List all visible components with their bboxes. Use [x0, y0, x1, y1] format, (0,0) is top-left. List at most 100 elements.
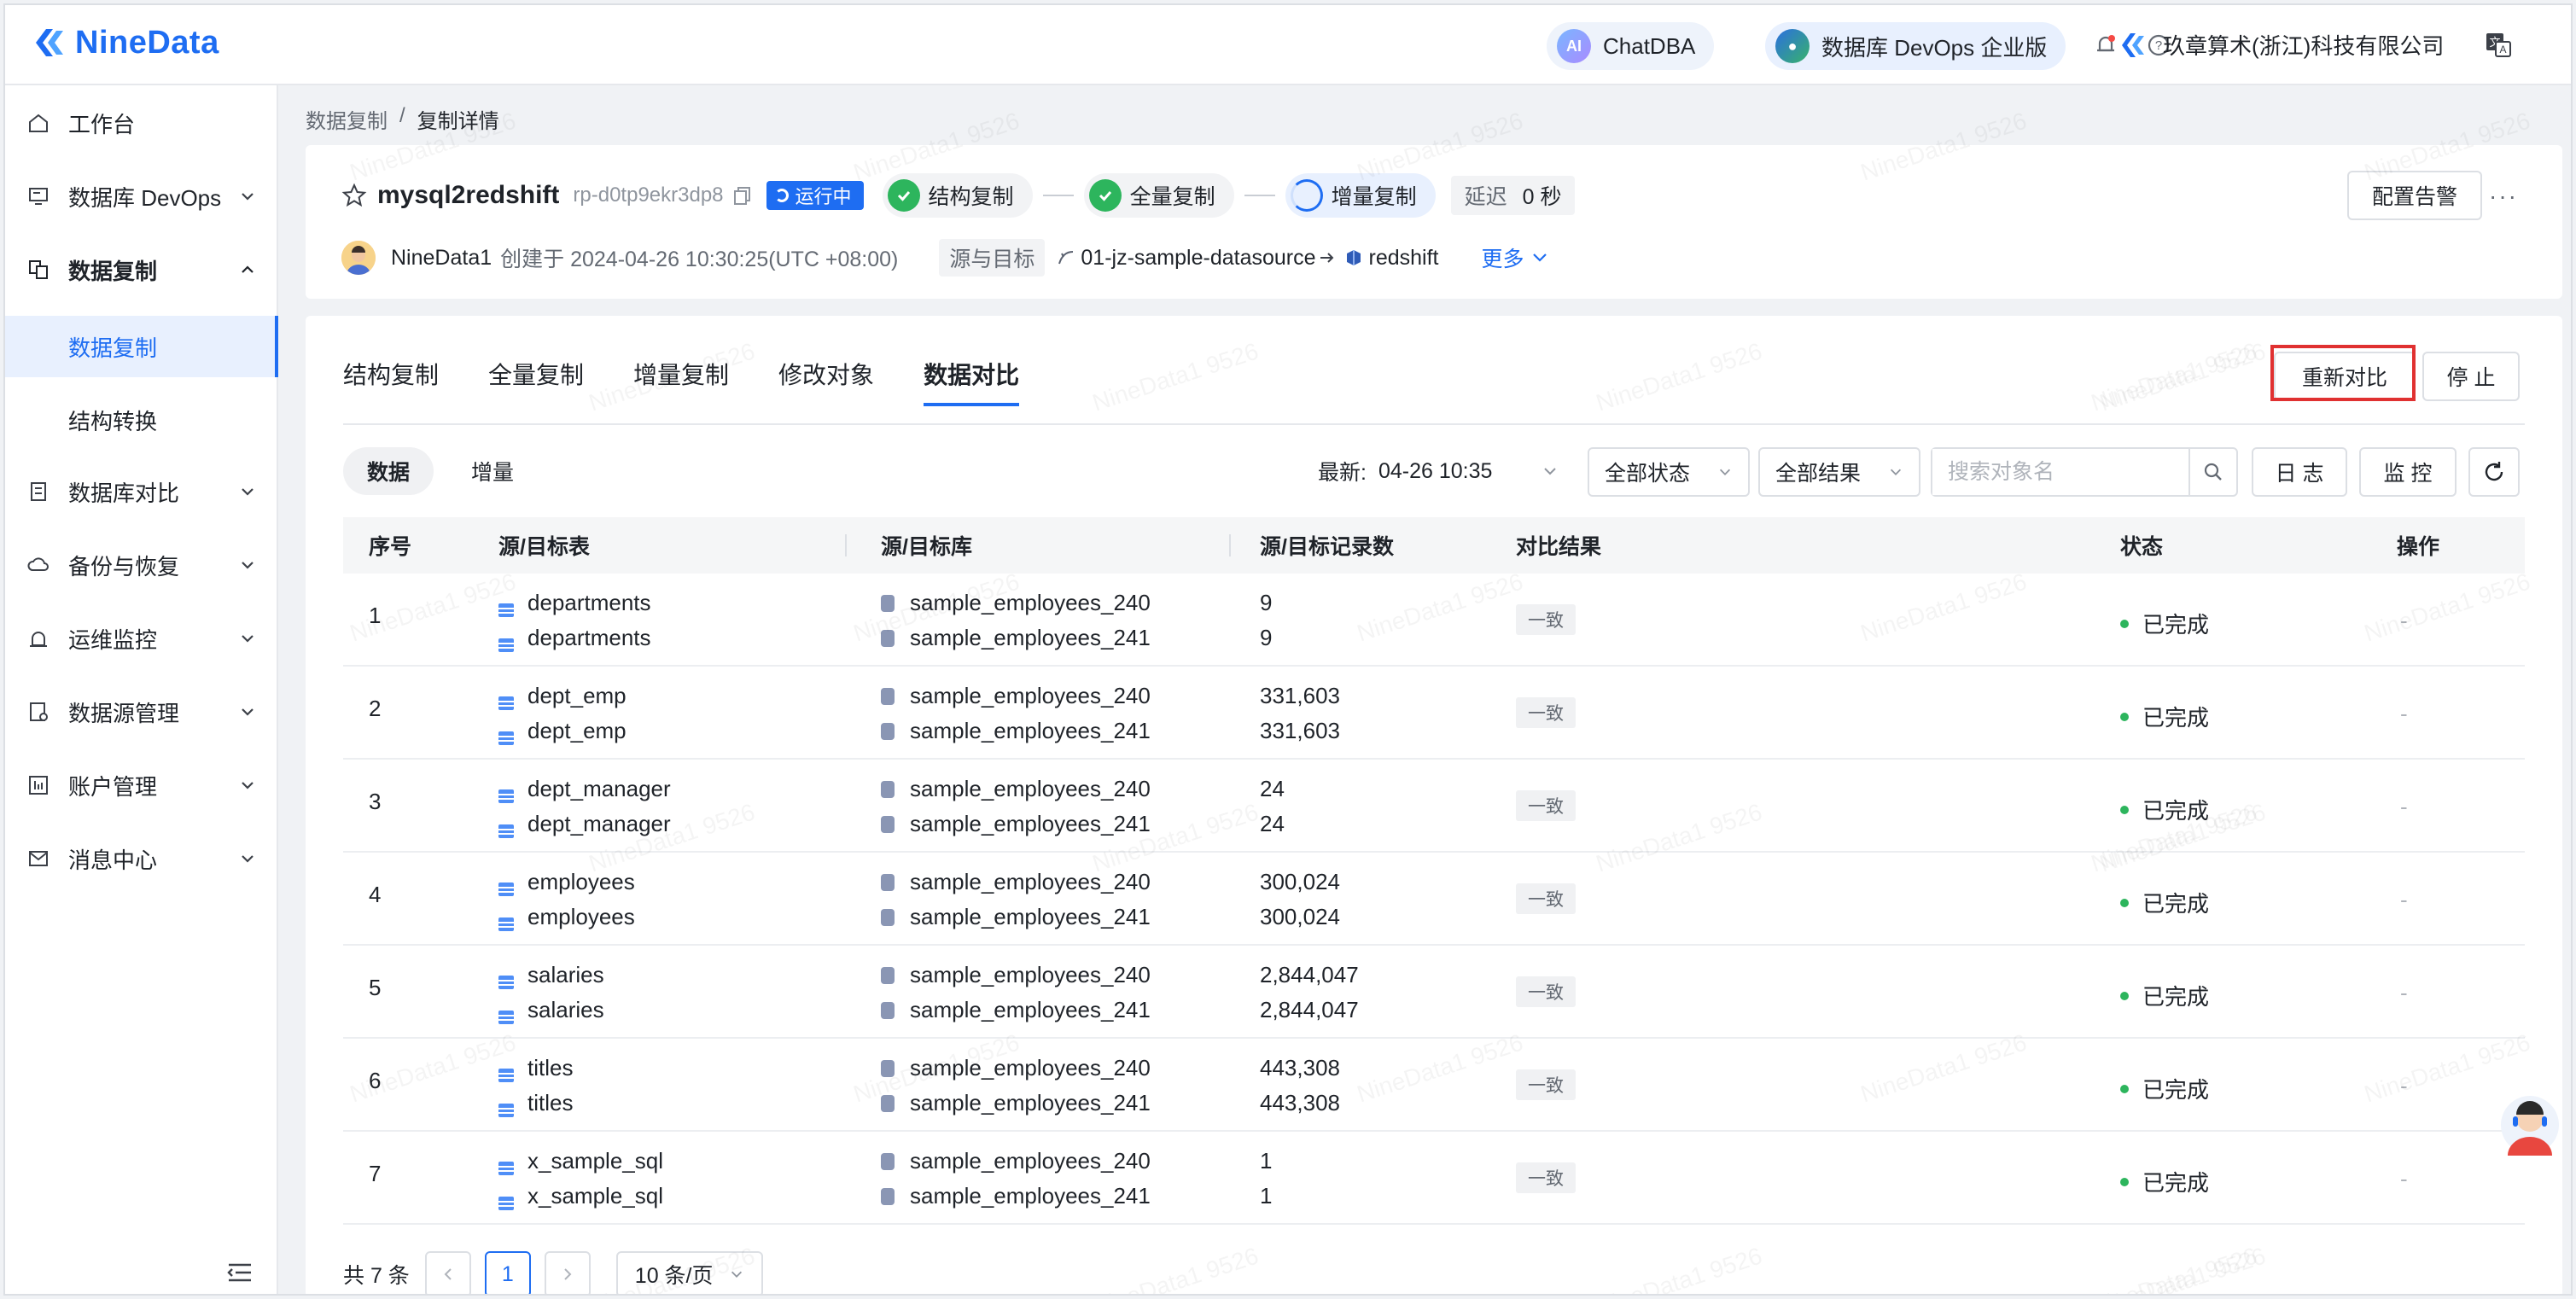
operation-cell: - [2400, 980, 2408, 1006]
sidebar-item-messages[interactable]: 消息中心 [5, 833, 278, 884]
row-number: 4 [369, 882, 382, 907]
segment-data[interactable]: 数据 [343, 447, 434, 495]
table-icon [498, 911, 514, 931]
column-header: 对比结果 [1516, 535, 1602, 559]
table-name-cell: x_sample_sql x_sample_sql [498, 1144, 663, 1214]
sidebar-item-replication[interactable]: 数据复制 [5, 244, 278, 295]
collapse-sidebar-icon[interactable] [225, 1258, 254, 1287]
source-record-count: 331,603 [1260, 683, 1340, 708]
sidebar-item-db-compare[interactable]: 数据库对比 [5, 466, 278, 517]
sidebar-item-devops[interactable]: 数据库 DevOps [5, 171, 278, 222]
chevron-down-icon [242, 488, 254, 496]
app-frame: NineData AI ChatDBA ● 数据库 DevOps 企业版 ? 玖… [3, 3, 2573, 1296]
database-cell: sample_employees_240 sample_employees_241 [881, 1051, 1151, 1121]
company-switcher[interactable]: 玖章算术(浙江)科技有限公司 [2118, 29, 2444, 61]
database-icon [881, 1001, 895, 1019]
operation-text: - [2400, 701, 2408, 726]
target-database-name: sample_employees_241 [910, 1183, 1151, 1209]
status-text: 已完成 [2142, 612, 2210, 638]
sidebar-sub-schema-convert[interactable]: 结构转换 [5, 389, 278, 451]
copy-icon[interactable] [732, 185, 753, 206]
step-full-copy: 全量复制 [1083, 173, 1234, 218]
object-search [1931, 447, 2238, 497]
configure-alert-button[interactable]: 配置告警 [2347, 171, 2482, 220]
sidebar-item-account[interactable]: 账户管理 [5, 760, 278, 811]
row-number-cell: 5 [369, 975, 381, 1001]
tab-schema-copy[interactable]: 结构复制 [343, 347, 439, 406]
refresh-button[interactable] [2468, 447, 2520, 497]
result-filter-select[interactable]: 全部结果 [1758, 447, 1920, 497]
more-link[interactable]: 更多 [1482, 242, 1548, 273]
target-datasource[interactable]: redshift [1369, 246, 1439, 271]
pagination: 共 7 条 1 10 条/页 [343, 1251, 763, 1294]
step-label: 结构复制 [928, 185, 1014, 209]
monitor-icon [29, 188, 48, 205]
job-id: rp-d0tp9ekr3dp8 [573, 183, 724, 207]
configure-alert-label: 配置告警 [2371, 185, 2457, 209]
table-row: 3 dept_manager dept_manager sample_employee… [343, 760, 2525, 853]
company-logo-icon [2122, 32, 2144, 57]
segment-incremental[interactable]: 增量 [447, 447, 538, 495]
page-size-select[interactable]: 10 条/页 [615, 1251, 763, 1294]
row-number-cell: 2 [369, 696, 381, 722]
tab-full-copy[interactable]: 全量复制 [488, 347, 584, 406]
search-input[interactable] [1932, 449, 2188, 495]
status-cell: 已完成 [2120, 794, 2209, 825]
chevron-down-icon [242, 193, 254, 201]
source-record-count: 9 [1260, 590, 1273, 615]
source-datasource[interactable]: 01-jz-sample-datasource [1081, 246, 1315, 271]
monitor-button[interactable]: 监 控 [2359, 447, 2457, 497]
status-text: 已完成 [2142, 1077, 2210, 1103]
tab-data-compare[interactable]: 数据对比 [924, 347, 1020, 406]
status-badge: 运行中 [766, 181, 864, 210]
sidebar-sub-label: 结构转换 [68, 408, 158, 434]
sidebar-item-workbench[interactable]: 工作台 [5, 97, 278, 149]
target-database-name: sample_employees_241 [910, 625, 1151, 650]
target-record-count: 300,024 [1260, 904, 1340, 929]
target-record-count: 1 [1260, 1183, 1273, 1209]
star-icon[interactable] [341, 183, 367, 208]
breadcrumb-current: 复制详情 [417, 110, 499, 133]
bell-icon[interactable] [2093, 32, 2118, 58]
chevron-down-icon [1544, 468, 1557, 475]
more-actions-icon[interactable]: ··· [2489, 183, 2518, 210]
operation-text: - [2400, 1166, 2408, 1191]
latest-run-selector[interactable]: 最新: 04-26 10:35 [1318, 456, 1559, 486]
step-connector [1042, 195, 1074, 196]
chevron-down-icon [731, 1271, 742, 1278]
page-button[interactable]: 1 [484, 1251, 531, 1294]
stop-label: 停 止 [2446, 366, 2496, 390]
database-icon [881, 687, 895, 705]
tab-modify-objects[interactable]: 修改对象 [778, 347, 874, 406]
next-page-button[interactable] [544, 1251, 591, 1294]
devops-edition-button[interactable]: ● 数据库 DevOps 企业版 [1765, 22, 2066, 70]
status-filter-select[interactable]: 全部状态 [1588, 447, 1750, 497]
brand-logo[interactable]: NineData [31, 24, 219, 61]
table-icon [498, 1062, 514, 1082]
status-dot [2120, 898, 2129, 907]
prev-page-button[interactable] [424, 1251, 471, 1294]
sidebar-item-backup[interactable]: 备份与恢复 [5, 539, 278, 591]
stop-button[interactable]: 停 止 [2422, 352, 2520, 401]
tab-label: 修改对象 [778, 362, 875, 388]
job-meta-row: NineData1 创建于 2024-04-26 10:30:25(UTC +0… [341, 239, 1548, 277]
search-button[interactable] [2188, 449, 2236, 495]
sidebar-sub-label: 数据复制 [68, 335, 158, 361]
sidebar-sub-replication[interactable]: 数据复制 [5, 316, 278, 377]
table-header: 序号 源/目标表 源/目标库 源/目标记录数 对比结果 状态 操作 [343, 517, 2525, 574]
log-button[interactable]: 日 志 [2252, 447, 2347, 497]
table-icon [498, 783, 514, 803]
operation-cell: - [2400, 794, 2408, 820]
source-record-count: 2,844,047 [1260, 962, 1359, 987]
sidebar-item-ops-monitor[interactable]: 运维监控 [5, 613, 278, 664]
support-agent-icon[interactable] [2497, 1089, 2562, 1157]
language-switch-icon[interactable]: 文 A [2484, 31, 2513, 60]
breadcrumb-parent[interactable]: 数据复制 [306, 104, 388, 134]
chatdba-button[interactable]: AI ChatDBA [1547, 22, 1715, 70]
tab-incremental-copy[interactable]: 增量复制 [633, 347, 729, 406]
sidebar-item-datasource[interactable]: 数据源管理 [5, 686, 278, 737]
record-count-cell: 300,024 300,024 [1260, 865, 1340, 935]
devops-edition-label: 数据库 DevOps 企业版 [1821, 34, 2048, 61]
step-label: 全量复制 [1129, 185, 1215, 209]
step-label: 增量复制 [1331, 185, 1417, 209]
